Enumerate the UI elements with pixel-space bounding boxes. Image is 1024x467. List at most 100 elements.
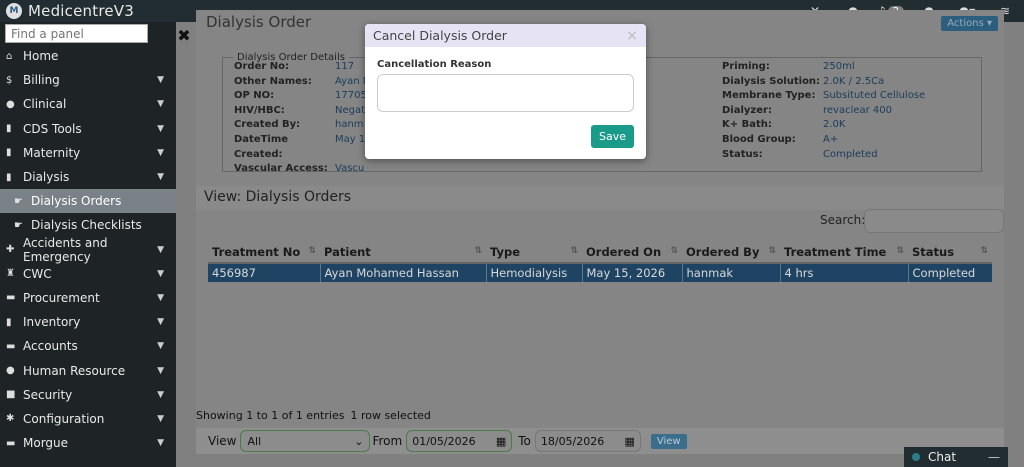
table-cell: 4 hrs	[779, 263, 908, 282]
close-icon[interactable]: ×	[626, 28, 638, 44]
truck-icon: ▬	[6, 292, 16, 304]
from-date-input[interactable]: 01/05/2026 ▦	[406, 430, 513, 452]
sidebar-item-maternity[interactable]: ▮ Maternity ▼	[0, 141, 176, 165]
sidebar-item-accounts[interactable]: ▬ Accounts ▼	[0, 334, 176, 358]
sidebar-item-label: CWC	[23, 266, 52, 281]
actions-button[interactable]: Actions ▾	[941, 16, 998, 31]
column-header[interactable]: Status ⇅	[908, 242, 992, 264]
detail-key: OP NO:	[234, 90, 275, 102]
sidebar-item-configuration[interactable]: ✱ Configuration ▼	[0, 407, 176, 431]
sidebar-item-morgue[interactable]: ▬ Morgue ▼	[0, 431, 176, 455]
column-header-label: Ordered On	[586, 245, 662, 259]
cancellation-reason-label: Cancellation Reason	[377, 59, 492, 70]
detail-row: DateTime Created: May 15	[234, 133, 373, 162]
table-cell: Ayan Mohamed Hassan	[319, 263, 486, 282]
detail-value: revaclear 400	[823, 104, 893, 116]
detail-value: 250ml	[823, 61, 855, 72]
brand[interactable]: M MedicentreV3	[0, 2, 176, 20]
to-date-value: 18/05/2026	[540, 434, 605, 448]
modal-header: Cancel Dialysis Order ×	[365, 24, 646, 47]
column-header[interactable]: Treatment No ⇅	[208, 242, 320, 264]
sidebar: ⌂ Home $ Billing ▼ ● Clinical ▼ ▮ CDS Tools ▼ ▮ Mate…	[0, 22, 176, 467]
chevron-down-icon: ▼	[157, 317, 164, 328]
sidebar-item-label: Accidents and Emergency	[23, 235, 108, 264]
detail-value: 2.0K	[823, 119, 846, 131]
column-header[interactable]: Type ⇅	[486, 242, 582, 264]
detail-row: Dialysis Solution: 2.0K / 2.5Ca	[722, 75, 925, 90]
detail-key: Created By:	[234, 119, 301, 131]
detail-key: Order No:	[234, 61, 290, 72]
app-title: MedicentreV3	[28, 2, 134, 20]
table-cell: 456987	[208, 263, 320, 282]
sidebar-item-cds-tools[interactable]: ▮ CDS Tools ▼	[0, 117, 176, 141]
cancellation-reason-input[interactable]	[377, 74, 634, 112]
sidebar-item-procurement[interactable]: ▬ Procurement ▼	[0, 286, 176, 310]
detail-row: Dialyzer: revaclear 400	[722, 104, 925, 119]
detail-row: HIV/HBC: Negat	[234, 104, 373, 119]
detail-value: Vascu	[335, 163, 365, 175]
column-header[interactable]: Ordered By ⇅	[682, 242, 780, 264]
detail-row: OP NO: 177052	[234, 89, 373, 104]
table-cell: Hemodialysis	[485, 263, 582, 282]
sidebar-item-billing[interactable]: $ Billing ▼	[0, 68, 176, 92]
chevron-down-icon: ▼	[157, 438, 164, 449]
sidebar-menu: ⌂ Home $ Billing ▼ ● Clinical ▼ ▮ CDS Tools ▼ ▮ Mate…	[0, 44, 176, 455]
from-label: From	[372, 434, 403, 448]
chevron-down-icon: ⌄	[354, 434, 364, 448]
gear-icon: ✱	[6, 413, 15, 425]
column-header-label: Patient	[324, 245, 371, 259]
sidebar-item-inventory[interactable]: ▮ Inventory ▼	[0, 310, 176, 334]
minimize-icon[interactable]: —	[988, 450, 1000, 464]
morgue-icon: ▬	[6, 437, 16, 449]
sidebar-item-label: Human Resource	[23, 363, 126, 378]
book-icon: ▮	[6, 316, 12, 328]
sidebar-item-cwc[interactable]: ♜ CWC ▼	[0, 262, 176, 286]
sort-icon: ⇅	[896, 246, 904, 256]
detail-key: Blood Group:	[722, 133, 796, 145]
detail-row: Other Names: Ayan M	[234, 75, 373, 90]
column-header-label: Type	[490, 245, 521, 259]
sidebar-item-accidents-and-emergency[interactable]: ✚ Accidents and Emergency ▼	[0, 235, 176, 264]
sidebar-item-home[interactable]: ⌂ Home	[0, 44, 176, 68]
detail-row: Vascular Access: Vascu	[234, 162, 373, 177]
sidebar-item-security[interactable]: ■ Security ▼	[0, 383, 176, 407]
detail-row: K+ Bath: 2.0K	[722, 118, 925, 133]
column-header[interactable]: Treatment Time ⇅	[780, 242, 908, 264]
sidebar-item-label: CDS Tools	[23, 121, 82, 136]
sidebar-item-label: Configuration	[23, 411, 105, 426]
calendar-icon: ▦	[495, 434, 507, 448]
sidebar-item-dialysis[interactable]: ▮ Dialysis ▼	[0, 165, 176, 189]
table-row[interactable]: 456987 Ayan Mohamed Hassan Hemodialysis May…	[208, 263, 992, 282]
close-sidebar-icon[interactable]: ✖	[176, 26, 192, 45]
sidebar-item-label: Dialysis	[23, 170, 70, 185]
home-icon: ⌂	[6, 50, 13, 62]
column-header-label: Treatment Time	[784, 245, 887, 259]
to-date-input[interactable]: 18/05/2026 ▦	[534, 430, 641, 452]
detail-row: Priming: 250ml	[722, 60, 925, 75]
save-button[interactable]: Save	[590, 125, 634, 148]
hand-icon: ☛	[14, 195, 23, 207]
column-header[interactable]: Patient ⇅	[320, 242, 486, 264]
table-search-input[interactable]	[864, 209, 1004, 233]
sort-icon: ⇅	[474, 246, 482, 256]
modal-title: Cancel Dialysis Order	[373, 28, 507, 43]
sidebar-item-dialysis-orders[interactable]: ☛ Dialysis Orders	[0, 189, 176, 214]
sidebar-item-clinical[interactable]: ● Clinical ▼	[0, 92, 176, 116]
view-select[interactable]: All ⌄	[240, 430, 371, 452]
chat-widget[interactable]: Chat —	[904, 447, 1008, 467]
sidebar-item-human-resource[interactable]: ● Human Resource ▼	[0, 358, 176, 382]
detail-key: Membrane Type:	[722, 90, 816, 102]
sidebar-item-dialysis-checklists[interactable]: ☛ Dialysis Checklists	[0, 213, 176, 237]
column-header[interactable]: Ordered On ⇅	[582, 242, 682, 264]
table-cell: May 15, 2026	[581, 263, 682, 282]
detail-value: A+	[823, 133, 839, 145]
rows-selected: 1 row selected	[350, 409, 431, 422]
from-date-value: 01/05/2026	[412, 434, 476, 448]
view-button[interactable]: View	[650, 433, 687, 449]
chevron-down-icon: ▼	[157, 172, 164, 183]
ambulance-icon: ✚	[6, 244, 15, 256]
panel-search-input[interactable]	[5, 24, 148, 43]
detail-key: Other Names:	[234, 75, 312, 87]
book-icon: ▮	[6, 171, 12, 183]
detail-key: Vascular Access:	[234, 163, 328, 175]
